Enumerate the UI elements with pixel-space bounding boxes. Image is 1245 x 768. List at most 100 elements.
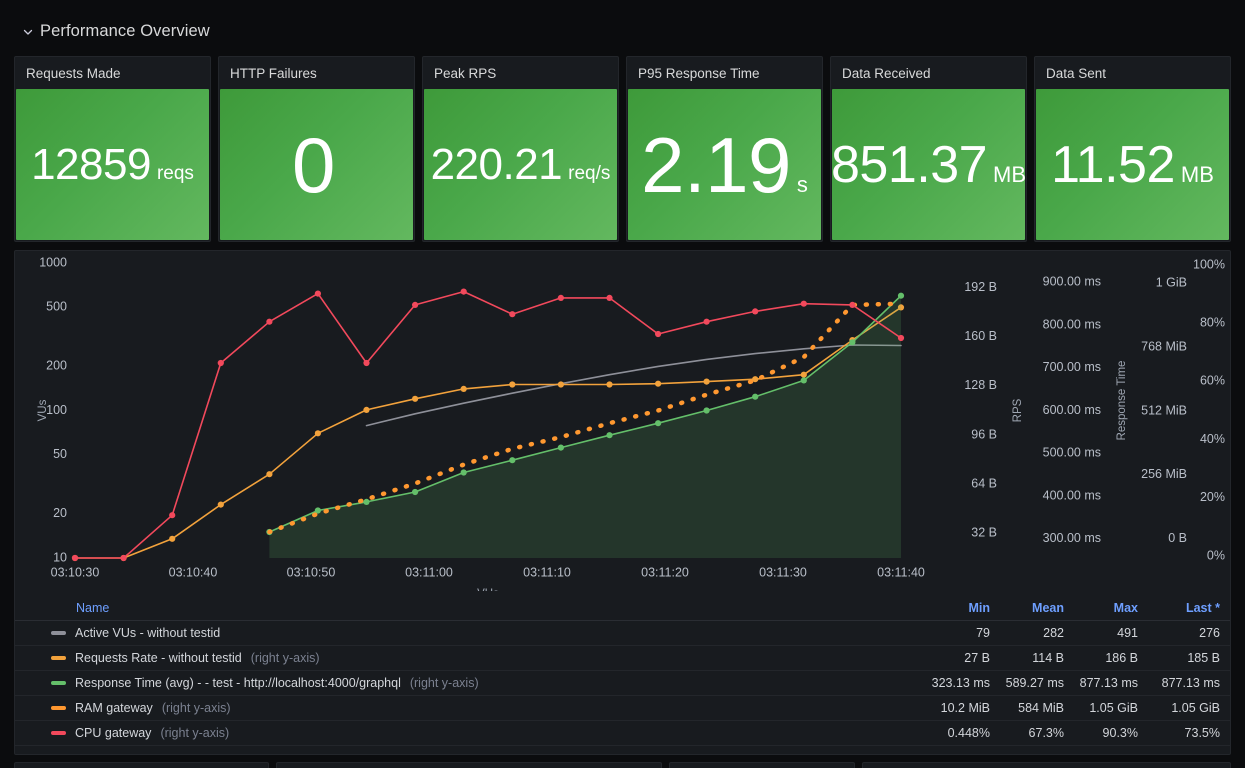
legend-row[interactable]: Active VUs - without testid 79 282 491 2… bbox=[15, 621, 1230, 646]
legend-value-mean: 282 bbox=[1043, 626, 1064, 640]
legend-col-name[interactable]: Name bbox=[51, 601, 916, 615]
legend-value-last: 877.13 ms bbox=[1161, 676, 1220, 690]
svg-text:03:11:40: 03:11:40 bbox=[877, 565, 925, 579]
chevron-down-icon[interactable] bbox=[22, 26, 34, 38]
stat-panel-http-failures[interactable]: HTTP Failures 0 bbox=[218, 56, 415, 242]
stat-value: 12859 bbox=[31, 139, 151, 189]
stat-value: 220.21 bbox=[430, 139, 563, 189]
legend-value-max: 877.13 ms bbox=[1079, 676, 1138, 690]
series-label: Active VUs - without testid bbox=[75, 626, 221, 640]
svg-text:20%: 20% bbox=[1200, 490, 1225, 504]
partial-panel-1[interactable] bbox=[14, 762, 269, 768]
stat-unit: MB bbox=[1180, 161, 1214, 187]
series-axis-note: (right y-axis) bbox=[161, 701, 231, 715]
series-color-swatch[interactable] bbox=[51, 631, 66, 635]
svg-text:1000: 1000 bbox=[39, 255, 67, 269]
series-label: RAM gateway bbox=[75, 701, 153, 715]
plot-area[interactable]: 10 20 50 100 200 500 1000 VUs 03:10:30 03:10:40 03… bbox=[15, 251, 1230, 591]
stat-unit: MB bbox=[993, 161, 1027, 187]
legend-value-last: 185 B bbox=[1187, 651, 1220, 665]
series-color-swatch[interactable] bbox=[51, 731, 66, 735]
stat-panel-data-sent[interactable]: Data Sent 11.52 MB bbox=[1034, 56, 1231, 242]
row-title: Performance Overview bbox=[40, 21, 210, 40]
legend-row[interactable]: Response Time (avg) - - test - http://lo… bbox=[15, 671, 1230, 696]
series-color-swatch[interactable] bbox=[51, 656, 66, 660]
svg-text:03:11:10: 03:11:10 bbox=[523, 565, 571, 579]
svg-text:60%: 60% bbox=[1200, 374, 1225, 388]
svg-text:03:10:30: 03:10:30 bbox=[51, 565, 100, 579]
stat-value-area: 0 bbox=[220, 89, 413, 240]
svg-text:160 B: 160 B bbox=[964, 329, 997, 343]
row-header-performance-overview[interactable]: Performance Overview bbox=[22, 18, 210, 44]
svg-text:03:11:20: 03:11:20 bbox=[641, 565, 689, 579]
legend-row[interactable]: Requests Rate - without testid (right y-… bbox=[15, 646, 1230, 671]
svg-text:100: 100 bbox=[46, 403, 67, 417]
panel-title: Data Received bbox=[842, 65, 931, 81]
svg-text:03:10:40: 03:10:40 bbox=[169, 565, 218, 579]
series-color-swatch[interactable] bbox=[51, 706, 66, 710]
svg-text:300.00 ms: 300.00 ms bbox=[1043, 531, 1101, 545]
legend-value-min: 27 B bbox=[964, 651, 990, 665]
svg-text:0 B: 0 B bbox=[1168, 531, 1187, 545]
svg-text:80%: 80% bbox=[1200, 315, 1225, 329]
timeseries-panel[interactable]: 10 20 50 100 200 500 1000 VUs 03:10:30 03:10:40 03… bbox=[14, 250, 1231, 755]
stat-value-area: 220.21 req/s bbox=[424, 89, 617, 240]
legend-value-max: 491 bbox=[1117, 626, 1138, 640]
panel-title: HTTP Failures bbox=[230, 65, 317, 81]
svg-text:100%: 100% bbox=[1193, 257, 1225, 271]
stat-panel-requests-made[interactable]: Requests Made 12859 reqs bbox=[14, 56, 211, 242]
svg-text:800.00 ms: 800.00 ms bbox=[1043, 317, 1101, 331]
next-row-panels bbox=[0, 762, 1245, 768]
partial-panel-2[interactable] bbox=[276, 762, 662, 768]
series-axis-note: (right y-axis) bbox=[250, 651, 320, 665]
stat-value-area: 851.37 MB bbox=[831, 89, 1027, 240]
stat-value: 11.52 bbox=[1051, 135, 1175, 194]
legend-value-last: 73.5% bbox=[1184, 726, 1220, 740]
legend-value-mean: 584 MiB bbox=[1018, 701, 1064, 715]
legend-table: Name Min Mean Max Last * Active VUs - wi… bbox=[15, 596, 1230, 746]
legend-value-min: 0.448% bbox=[947, 726, 990, 740]
stat-unit: reqs bbox=[156, 162, 194, 184]
partial-panel-3[interactable] bbox=[669, 762, 855, 768]
legend-value-max: 90.3% bbox=[1102, 726, 1138, 740]
svg-text:40%: 40% bbox=[1200, 432, 1225, 446]
series-color-swatch[interactable] bbox=[51, 681, 66, 685]
svg-text:03:11:30: 03:11:30 bbox=[759, 565, 807, 579]
legend-col-last[interactable]: Last * bbox=[1138, 601, 1220, 615]
stat-panel-p95-response-time[interactable]: P95 Response Time 2.19 s bbox=[626, 56, 823, 242]
legend-col-mean[interactable]: Mean bbox=[990, 601, 1064, 615]
svg-text:Response Time: Response Time bbox=[1116, 361, 1128, 441]
legend-value-min: 79 bbox=[976, 626, 990, 640]
panel-title: Data Sent bbox=[1046, 65, 1107, 81]
legend-value-max: 186 B bbox=[1105, 651, 1138, 665]
svg-text:RPS: RPS bbox=[1012, 398, 1024, 422]
legend-col-max[interactable]: Max bbox=[1064, 601, 1138, 615]
svg-text:96 B: 96 B bbox=[971, 427, 997, 441]
legend-row[interactable]: CPU gateway (right y-axis) 0.448% 67.3% … bbox=[15, 721, 1230, 746]
legend-col-min[interactable]: Min bbox=[916, 601, 990, 615]
stat-value: 0 bbox=[292, 120, 335, 209]
panel-title: Requests Made bbox=[26, 65, 121, 81]
svg-text:768 MiB: 768 MiB bbox=[1141, 340, 1187, 354]
svg-text:03:10:50: 03:10:50 bbox=[287, 565, 336, 579]
stat-panel-group: Requests Made 12859 reqs HTTP Failures 0… bbox=[14, 56, 1231, 242]
legend-value-mean: 589.27 ms bbox=[1005, 676, 1064, 690]
svg-text:192 B: 192 B bbox=[964, 280, 997, 294]
stat-value-area: 2.19 s bbox=[628, 89, 821, 240]
svg-text:500: 500 bbox=[46, 300, 67, 314]
stat-value-area: 12859 reqs bbox=[16, 89, 209, 240]
legend-value-min: 323.13 ms bbox=[931, 676, 990, 690]
svg-text:10: 10 bbox=[53, 550, 67, 564]
legend-row[interactable]: RAM gateway (right y-axis) 10.2 MiB 584 … bbox=[15, 696, 1230, 721]
svg-text:0%: 0% bbox=[1207, 548, 1225, 562]
series-axis-note: (right y-axis) bbox=[409, 676, 479, 690]
svg-text:VUs: VUs bbox=[37, 399, 49, 421]
legend-value-max: 1.05 GiB bbox=[1089, 701, 1138, 715]
series-axis-note: (right y-axis) bbox=[160, 726, 230, 740]
svg-text:400.00 ms: 400.00 ms bbox=[1043, 488, 1101, 502]
legend-header-row: Name Min Mean Max Last * bbox=[15, 596, 1230, 621]
stat-panel-data-received[interactable]: Data Received 851.37 MB bbox=[830, 56, 1027, 242]
svg-text:03:11:00: 03:11:00 bbox=[405, 565, 453, 579]
partial-panel-4[interactable] bbox=[862, 762, 1231, 768]
stat-panel-peak-rps[interactable]: Peak RPS 220.21 req/s bbox=[422, 56, 619, 242]
